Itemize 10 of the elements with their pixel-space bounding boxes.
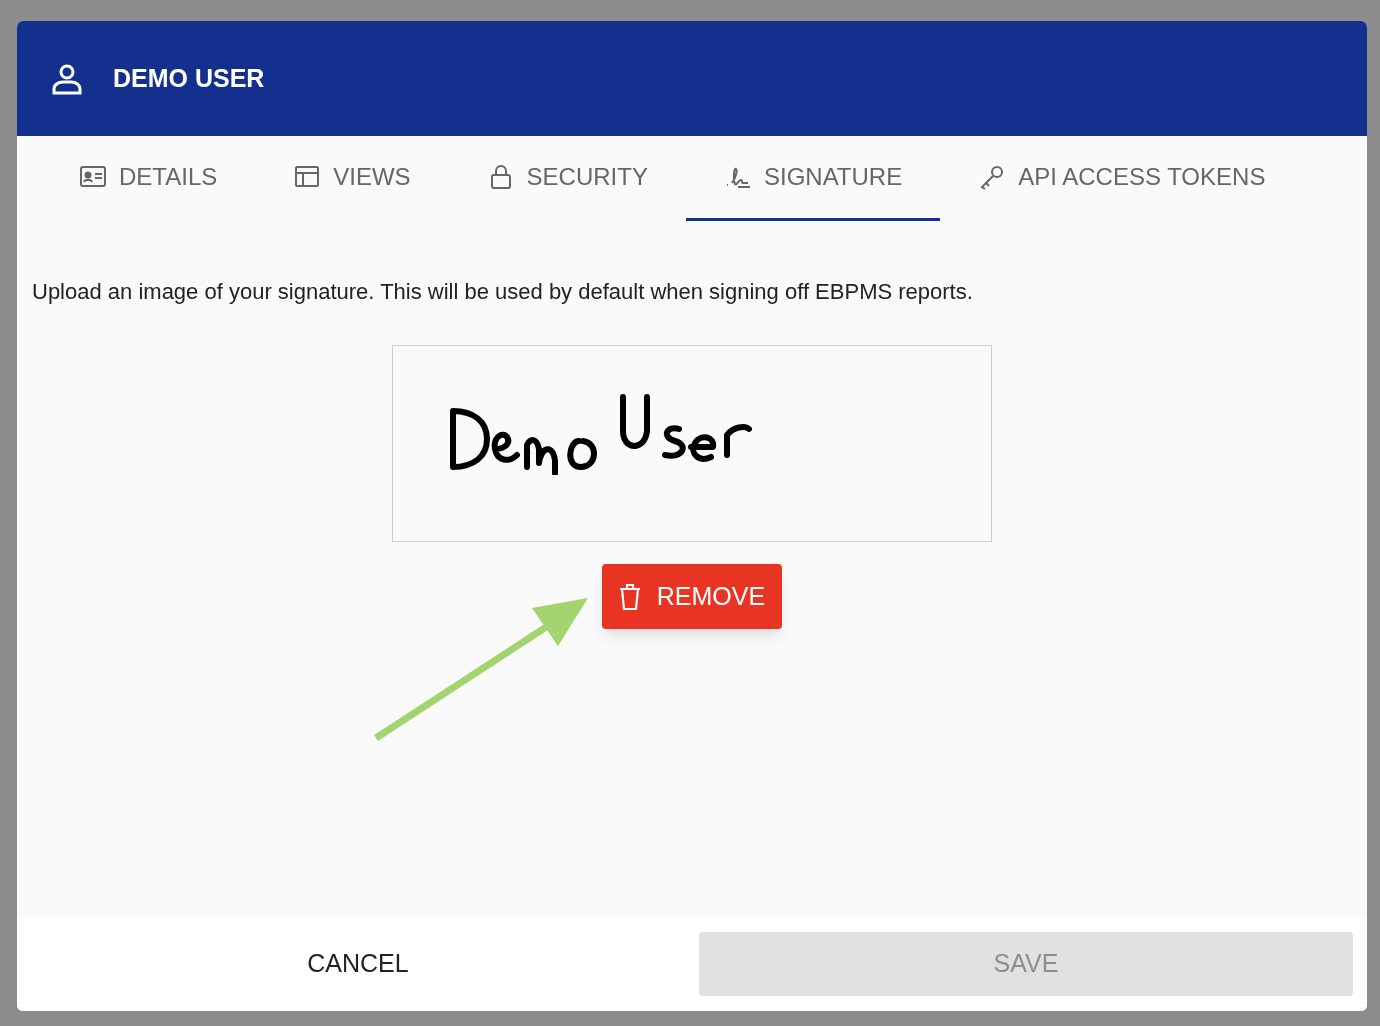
- tab[interactable]: API ACCESS TOKENS: [940, 136, 1304, 221]
- tab[interactable]: DETAILS: [41, 136, 256, 221]
- tab[interactable]: SIGNATURE: [685, 136, 941, 221]
- tab[interactable]: SECURITY: [448, 136, 686, 221]
- dialog-title: DEMO USER: [113, 62, 265, 94]
- remove-button[interactable]: REMOVE: [602, 564, 782, 629]
- description-text: Upload an image of your signature. This will be used by default when signing off EBPMS reports.: [32, 278, 974, 306]
- trash-icon: [618, 582, 641, 611]
- tab[interactable]: VIEWS: [255, 136, 449, 221]
- user-icon: [51, 62, 83, 95]
